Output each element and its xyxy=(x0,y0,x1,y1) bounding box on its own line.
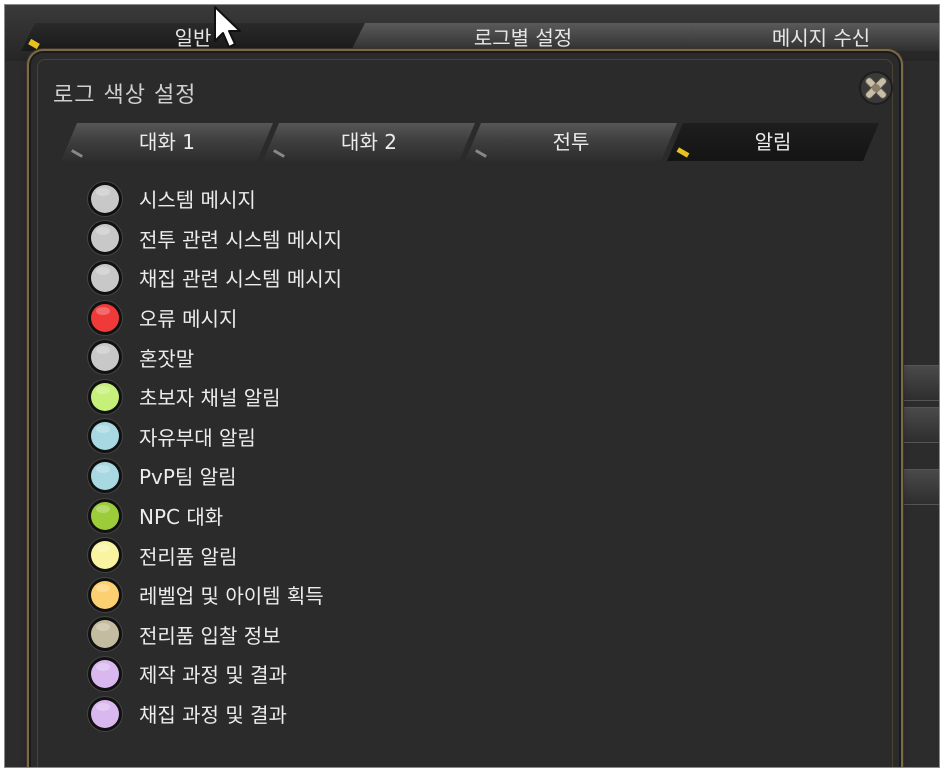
active-tab-marker-icon xyxy=(677,147,690,157)
color-setting-label: 레벨업 및 아이템 획득 xyxy=(139,584,324,609)
color-setting-item[interactable]: PvP팀 알림 xyxy=(87,456,487,496)
color-setting-label: 초보자 채널 알림 xyxy=(139,386,281,411)
color-setting-item[interactable]: 오류 메시지 xyxy=(87,298,487,338)
color-setting-label: 자유부대 알림 xyxy=(139,425,256,450)
color-setting-label: PvP팀 알림 xyxy=(139,465,237,490)
color-setting-item[interactable]: 전리품 입찰 정보 xyxy=(87,615,487,655)
dialog-title: 로그 색상 설정 xyxy=(53,83,197,108)
game-window: 일반 로그별 설정 메시지 수신 로그 색상 설정 대화 1 대화 2 전투 알… xyxy=(4,4,940,768)
color-category-tabs: 대화 1 대화 2 전투 알림 xyxy=(61,123,877,161)
color-swatch-button[interactable] xyxy=(91,263,119,292)
background-button[interactable] xyxy=(898,469,939,505)
background-button[interactable] xyxy=(898,407,939,443)
tab-chat-1[interactable]: 대화 1 xyxy=(61,123,273,161)
color-swatch-button[interactable] xyxy=(91,541,119,570)
tab-marker-icon xyxy=(475,149,487,158)
color-setting-item[interactable]: 전리품 알림 xyxy=(87,535,487,575)
tab-label: 알림 xyxy=(754,130,792,154)
background-tab-message-receive[interactable]: 메시지 수신 xyxy=(681,23,940,51)
mouse-cursor-icon xyxy=(214,6,241,48)
background-tab-log-settings[interactable]: 로그별 설정 xyxy=(351,23,695,51)
color-setting-label: 제작 과정 및 결과 xyxy=(139,663,287,688)
tab-marker-icon xyxy=(71,149,83,158)
color-swatch-button[interactable] xyxy=(91,343,119,372)
color-setting-label: 전투 관련 시스템 메시지 xyxy=(139,227,343,252)
tab-battle[interactable]: 전투 xyxy=(465,123,677,161)
color-setting-label: 채집 관련 시스템 메시지 xyxy=(139,267,343,292)
color-swatch-button[interactable] xyxy=(91,620,119,649)
background-tab-label: 로그별 설정 xyxy=(473,26,573,50)
color-swatch-button[interactable] xyxy=(91,224,119,253)
color-swatch-button[interactable] xyxy=(91,422,119,451)
color-setting-label: 오류 메시지 xyxy=(139,307,238,332)
color-setting-label: 채집 과정 및 결과 xyxy=(139,703,287,728)
background-button[interactable] xyxy=(898,365,939,401)
color-swatch-button[interactable] xyxy=(91,580,119,609)
tab-label: 대화 1 xyxy=(139,130,195,154)
color-setting-label: 전리품 입찰 정보 xyxy=(139,623,281,648)
color-setting-item[interactable]: 시스템 메시지 xyxy=(87,179,487,219)
tab-announcements[interactable]: 알림 xyxy=(667,123,879,161)
color-swatch-button[interactable] xyxy=(91,699,119,728)
color-setting-item[interactable]: 채집 과정 및 결과 xyxy=(87,694,487,734)
tab-marker-icon xyxy=(273,149,285,158)
color-swatch-button[interactable] xyxy=(91,501,119,530)
color-setting-label: 전리품 알림 xyxy=(139,544,238,569)
background-tab-label: 일반 xyxy=(174,26,212,50)
color-setting-label: 혼잣말 xyxy=(139,346,195,371)
tab-label: 전투 xyxy=(552,130,590,154)
color-setting-item[interactable]: 초보자 채널 알림 xyxy=(87,377,487,417)
color-setting-item[interactable]: 자유부대 알림 xyxy=(87,417,487,457)
color-swatch-button[interactable] xyxy=(91,659,119,688)
color-swatch-button[interactable] xyxy=(91,461,119,490)
color-setting-item[interactable]: 전투 관련 시스템 메시지 xyxy=(87,219,487,259)
color-setting-list: 시스템 메시지전투 관련 시스템 메시지채집 관련 시스템 메시지오류 메시지혼… xyxy=(87,179,487,733)
color-setting-item[interactable]: 제작 과정 및 결과 xyxy=(87,654,487,694)
tab-chat-2[interactable]: 대화 2 xyxy=(263,123,475,161)
color-swatch-button[interactable] xyxy=(91,382,119,411)
active-tab-marker-icon xyxy=(28,39,40,49)
tab-label: 대화 2 xyxy=(341,130,397,154)
color-swatch-button[interactable] xyxy=(91,303,119,332)
close-icon[interactable] xyxy=(857,69,895,107)
color-setting-item[interactable]: 레벨업 및 아이템 획득 xyxy=(87,575,487,615)
color-setting-item[interactable]: 채집 관련 시스템 메시지 xyxy=(87,258,487,298)
color-setting-label: 시스템 메시지 xyxy=(139,188,256,213)
log-color-settings-dialog: 로그 색상 설정 대화 1 대화 2 전투 알림 시스템 메시지 전투 관련 시… xyxy=(31,53,899,767)
color-setting-label: NPC 대화 xyxy=(139,505,224,530)
background-tab-general[interactable]: 일반 xyxy=(21,23,365,51)
color-setting-item[interactable]: 혼잣말 xyxy=(87,337,487,377)
background-tab-label: 메시지 수신 xyxy=(771,26,871,50)
color-setting-item[interactable]: NPC 대화 xyxy=(87,496,487,536)
color-swatch-button[interactable] xyxy=(91,184,119,213)
